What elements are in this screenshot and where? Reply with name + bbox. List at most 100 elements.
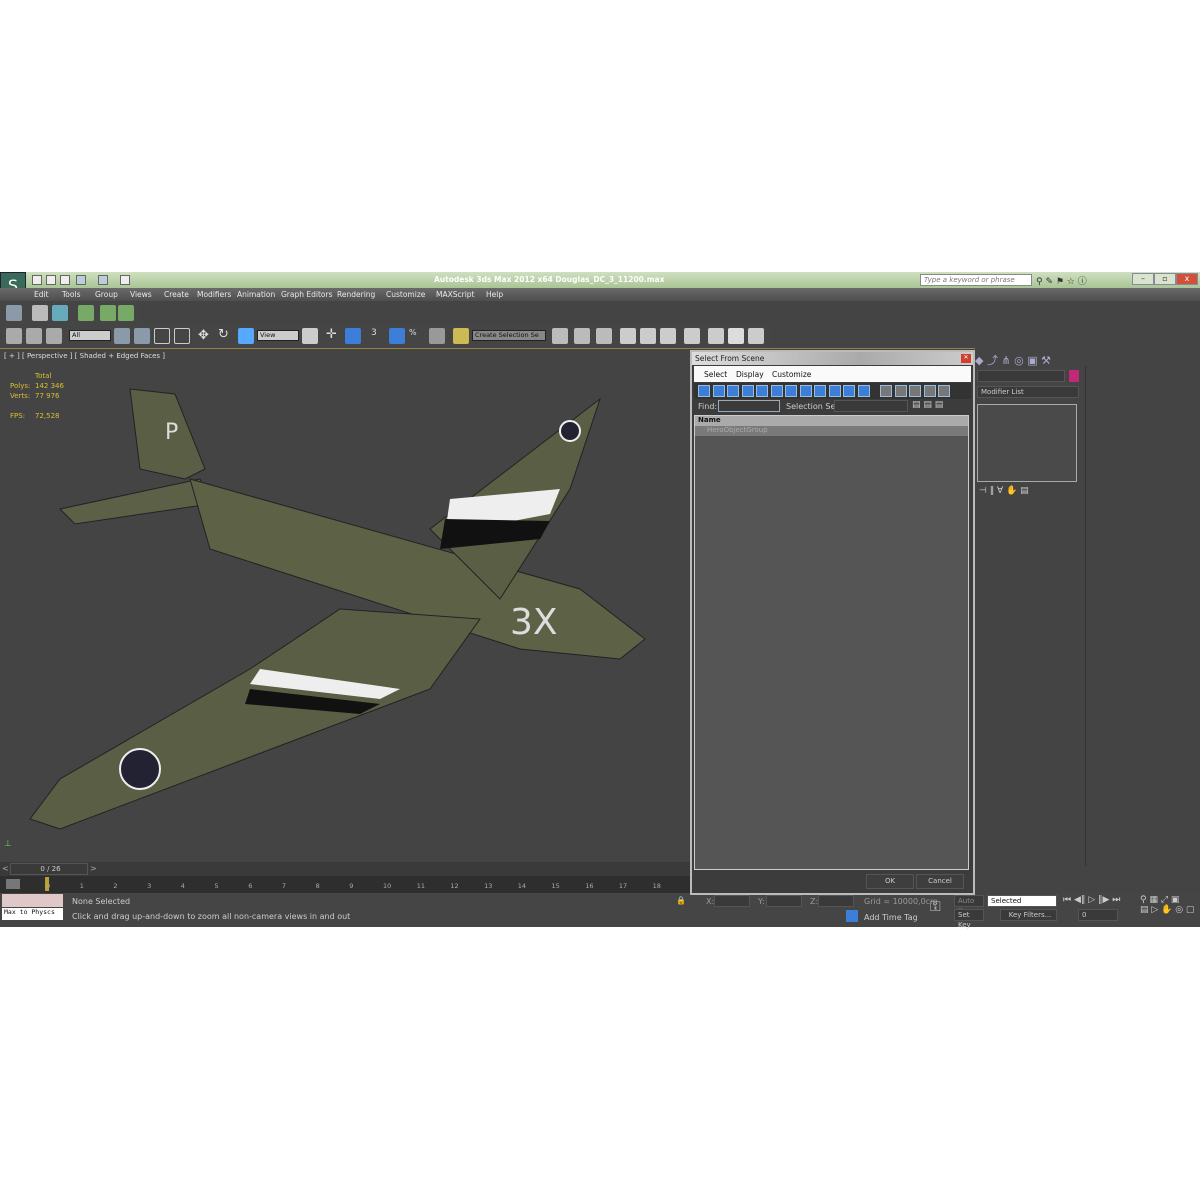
command-panel-tabs-icons[interactable]: ◆ ⤴ ⋔ ◎ ▣ ⚒ xyxy=(975,352,1051,368)
modifier-list-dropdown[interactable]: Modifier List xyxy=(977,386,1079,398)
select-object-icon[interactable] xyxy=(114,328,130,344)
edit-named-selection-icon[interactable] xyxy=(453,328,469,344)
move-icon[interactable]: ✥ xyxy=(198,328,209,343)
x-field[interactable] xyxy=(714,895,750,907)
geometry-filter-icon[interactable] xyxy=(698,385,710,397)
restore-button[interactable]: ▫ xyxy=(1154,273,1176,285)
menu-modifiers[interactable]: Modifiers xyxy=(197,290,231,299)
minimize-button[interactable]: – xyxy=(1132,273,1154,285)
named-selection-dropdown[interactable]: Create Selection Se xyxy=(472,330,546,341)
objects-icon[interactable] xyxy=(32,305,48,321)
menu-rendering[interactable]: Rendering xyxy=(337,290,375,299)
menu-animation[interactable]: Animation xyxy=(237,290,275,299)
containers-filter-icon[interactable] xyxy=(828,385,841,397)
hidden-filter-icon[interactable] xyxy=(857,385,870,397)
helpers-filter-icon[interactable] xyxy=(756,385,768,397)
bones-filter-icon[interactable] xyxy=(814,385,826,397)
rotate-icon[interactable]: ↻ xyxy=(218,327,229,342)
menu-edit[interactable]: Edit xyxy=(34,290,49,299)
link-icon[interactable] xyxy=(6,328,22,344)
align-icon[interactable] xyxy=(574,328,590,344)
undo-icon[interactable] xyxy=(76,275,86,285)
selection-filter-dropdown[interactable]: All xyxy=(69,330,111,341)
lights-filter-icon[interactable] xyxy=(727,385,739,397)
display-none-filter-icon[interactable] xyxy=(880,385,892,397)
play-icon[interactable] xyxy=(100,305,116,321)
menu-customize[interactable]: Customize xyxy=(386,290,425,299)
menu-group[interactable]: Group xyxy=(95,290,118,299)
menu-maxscript[interactable]: MAXScript xyxy=(436,290,475,299)
infocenter-icons[interactable]: ⚲ ✎ ⚑ ☆ ⓘ xyxy=(1036,274,1087,287)
lock-icon[interactable]: 🔒 xyxy=(676,896,686,905)
dialog-menu-customize[interactable]: Customize xyxy=(772,370,811,379)
next-icon[interactable] xyxy=(118,305,134,321)
xrefs-filter-icon[interactable] xyxy=(799,385,812,397)
frozen-filter-icon[interactable] xyxy=(843,385,855,397)
selection-set-icons[interactable]: ▤ ▤ ▤ xyxy=(912,400,943,410)
redo-icon[interactable] xyxy=(98,275,108,285)
stack-controls-icons[interactable]: ⊣ ‖ ∀ ✋ ▤ xyxy=(979,486,1029,496)
add-time-tag[interactable]: Add Time Tag xyxy=(864,913,918,922)
modifier-stack[interactable] xyxy=(977,404,1077,482)
viewport-nav-controls[interactable]: ⚲ ▦ ⤢ ▣ ▤ ▷ ✋ ◎ ▢ xyxy=(1140,895,1194,915)
menu-create[interactable]: Create xyxy=(164,290,189,299)
prev-frame-arrow[interactable]: < xyxy=(2,864,9,873)
find-input[interactable] xyxy=(718,400,780,412)
render-setup-icon[interactable] xyxy=(708,328,724,344)
spinner-snap-icon[interactable] xyxy=(429,328,445,344)
airplane-model[interactable]: P 3X xyxy=(0,349,690,863)
project-folder-icon[interactable] xyxy=(120,275,130,285)
graphite-icon[interactable] xyxy=(620,328,636,344)
script-listener-input[interactable]: Max to Physcs xyxy=(2,908,63,920)
object-color-swatch[interactable] xyxy=(1069,370,1079,382)
lights-icon[interactable] xyxy=(52,305,68,321)
playback-controls[interactable]: ⏮ ◀‖ ▷ ‖▶ ⏭ xyxy=(1063,895,1120,905)
menu-help[interactable]: Help xyxy=(486,290,503,299)
pivot-center-icon[interactable] xyxy=(302,328,318,344)
container-icon[interactable] xyxy=(6,305,22,321)
invert-filter-icon[interactable] xyxy=(909,385,921,397)
new-file-icon[interactable] xyxy=(32,275,42,285)
dialog-menu-display[interactable]: Display xyxy=(736,370,764,379)
selection-set-dropdown[interactable] xyxy=(834,400,908,412)
space-warps-filter-icon[interactable] xyxy=(770,385,783,397)
key-mode-dropdown[interactable]: Selected xyxy=(987,895,1057,907)
material-editor-icon[interactable] xyxy=(684,328,700,344)
current-frame-field[interactable]: 0 xyxy=(1078,909,1118,921)
open-file-icon[interactable] xyxy=(46,275,56,285)
display-all-filter-icon[interactable] xyxy=(894,385,907,397)
time-tag-icon[interactable] xyxy=(846,910,858,922)
percent-snap-icon[interactable]: % xyxy=(409,328,425,344)
prev-icon[interactable] xyxy=(78,305,94,321)
rendered-frame-icon[interactable] xyxy=(728,328,744,344)
time-slider-thumb[interactable]: 0 / 26 xyxy=(10,863,88,875)
curve-editor-icon[interactable] xyxy=(640,328,656,344)
select-by-name-icon[interactable] xyxy=(134,328,150,344)
shapes-filter-icon[interactable] xyxy=(712,385,725,397)
bind-space-warp-icon[interactable] xyxy=(46,328,62,344)
script-listener-output[interactable] xyxy=(2,894,63,907)
angle-snap-icon[interactable] xyxy=(389,328,405,344)
menu-tools[interactable]: Tools xyxy=(62,290,80,299)
unlink-icon[interactable] xyxy=(26,328,42,344)
next-frame-arrow[interactable]: > xyxy=(90,864,97,873)
filter-filter-icon[interactable] xyxy=(923,385,936,397)
key-icon[interactable]: ⚿ xyxy=(930,899,941,915)
cancel-button[interactable]: Cancel xyxy=(916,874,964,889)
schematic-view-icon[interactable] xyxy=(660,328,676,344)
select-manipulate-icon[interactable]: ✛ xyxy=(326,327,337,342)
dialog-close-button[interactable]: ✕ xyxy=(961,354,971,363)
auto-key-button[interactable]: Auto Key xyxy=(954,895,984,915)
column-header-name[interactable]: Name xyxy=(695,416,968,426)
search-input[interactable]: Type a keyword or phrase xyxy=(920,274,1032,286)
snap-toggle[interactable]: 3 xyxy=(371,328,377,338)
window-crossing-icon[interactable] xyxy=(174,328,190,344)
key-filters-button[interactable]: Key Filters... xyxy=(1000,909,1057,921)
z-field[interactable] xyxy=(818,895,854,907)
close-button[interactable]: x xyxy=(1176,273,1198,285)
cameras-filter-icon[interactable] xyxy=(741,385,754,397)
save-icon[interactable] xyxy=(60,275,70,285)
menu-views[interactable]: Views xyxy=(130,290,152,299)
object-list[interactable]: Name HeroObjectGroup xyxy=(694,415,969,870)
dialog-menu-select[interactable]: Select xyxy=(704,370,727,379)
